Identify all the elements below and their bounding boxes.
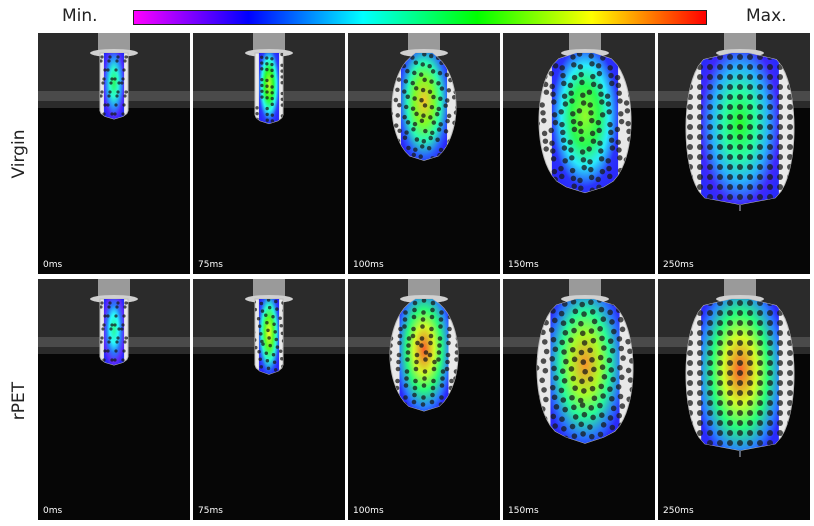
time-label: 75ms <box>198 506 223 516</box>
frame-panel: 75ms <box>193 33 345 274</box>
row-label-rpet: rPET <box>9 381 29 421</box>
time-label: 250ms <box>663 260 694 270</box>
time-label: 75ms <box>198 260 223 270</box>
time-label: 150ms <box>508 506 539 516</box>
time-label: 250ms <box>663 506 694 516</box>
strain-overlay <box>103 299 125 365</box>
frame-panel: 250ms <box>658 279 810 520</box>
frame-photo <box>38 33 190 274</box>
frame-photo <box>658 279 810 520</box>
frame-panel: 250ms <box>658 33 810 274</box>
frame-photo <box>348 33 500 274</box>
frame-panel: 75ms <box>193 279 345 520</box>
frame-photo <box>193 33 345 274</box>
frame-photo <box>348 279 500 520</box>
time-label: 100ms <box>353 260 384 270</box>
frame-panel: 0ms <box>38 279 190 520</box>
frame-panel: 100ms <box>348 279 500 520</box>
frame-panel: 0ms <box>38 33 190 274</box>
colorbar-max-label: Max. <box>746 6 787 26</box>
frame-photo <box>503 279 655 520</box>
frame-photo <box>503 33 655 274</box>
frame-panel: 150ms <box>503 33 655 274</box>
time-label: 0ms <box>43 506 63 516</box>
frame-panel: 150ms <box>503 279 655 520</box>
frame-photo <box>658 33 810 274</box>
strain-colorbar <box>133 10 707 25</box>
row-label-virgin: Virgin <box>9 129 29 179</box>
time-label: 100ms <box>353 506 384 516</box>
time-label: 150ms <box>508 260 539 270</box>
frame-panel: 100ms <box>348 33 500 274</box>
strain-overlay <box>103 53 125 119</box>
colorbar-min-label: Min. <box>62 6 98 26</box>
frame-photo <box>193 279 345 520</box>
time-label: 0ms <box>43 260 63 270</box>
strain-overlay <box>399 299 449 411</box>
frame-photo <box>38 279 190 520</box>
